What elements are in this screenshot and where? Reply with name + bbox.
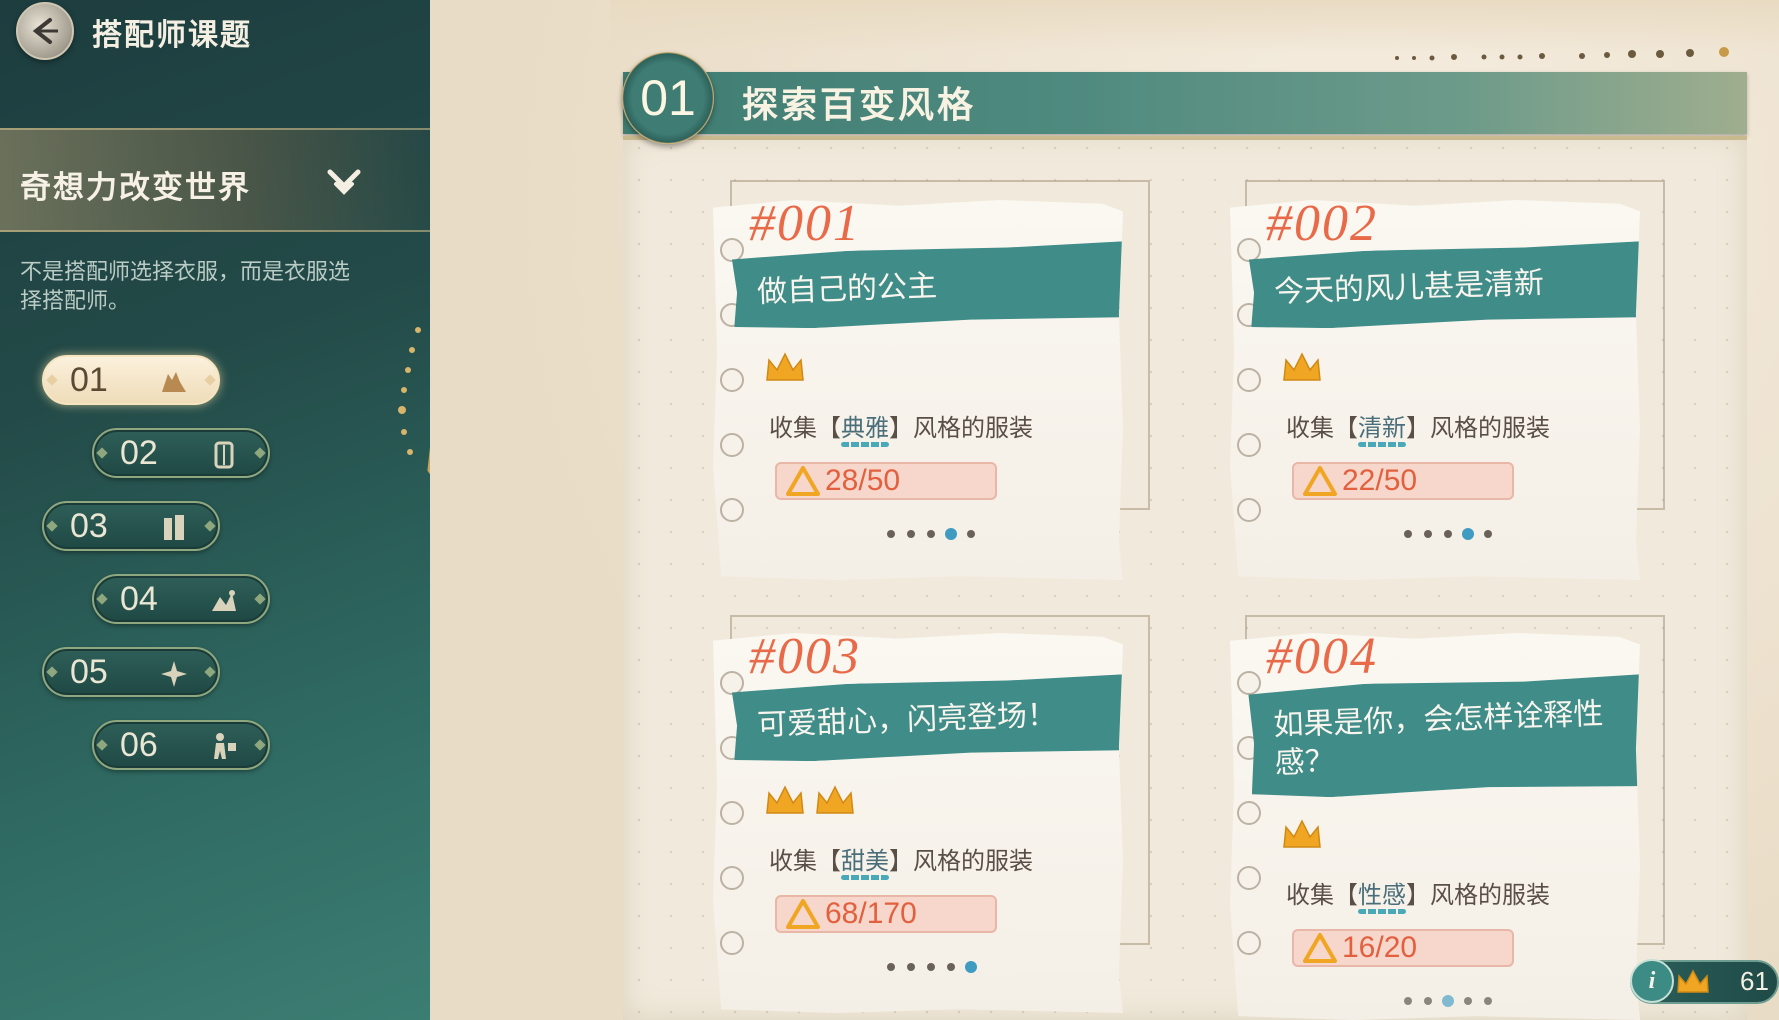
card-task: 收集【甜美】风格的服装 [769,841,1033,876]
level-button-01[interactable]: 01 [42,355,220,405]
card-title: 今天的风儿甚是清新 [1249,241,1645,331]
level-label: 03 [70,506,108,545]
crown-count: 61 [1740,966,1769,996]
crown-icon [1283,819,1321,848]
task-keyword: 甜美 [841,847,889,875]
page-dots [1404,995,1492,1007]
back-button[interactable] [16,2,74,60]
progress-bar: 68/170 [775,895,997,933]
task-suffix: 】风格的服装 [889,414,1033,442]
level-label: 06 [120,725,158,764]
progress-bar: 28/50 [775,462,997,500]
sparkle-icon [161,661,187,687]
task-keyword: 清新 [1358,414,1406,442]
task-keyword: 性感 [1358,881,1406,909]
info-button[interactable]: i [1630,959,1674,1003]
crown-icon [766,352,804,381]
crown-rating [1283,352,1321,381]
progress-value: 22/50 [1342,464,1418,497]
page-dots [887,961,977,973]
card-title: 可爱甜心，闪亮登场！ [732,674,1128,764]
chapter-description: 不是搭配师选择衣服，而是衣服选择搭配师。 [20,260,351,314]
crown-icon [1283,352,1321,381]
card-tag: #001 [749,195,861,252]
back-arrow-icon [32,18,58,44]
book-icon [164,515,184,540]
card-tag: #003 [749,628,861,685]
card-title: 做自己的公主 [732,241,1128,331]
chevron-down-icon[interactable] [322,160,366,204]
task-prefix: 收集【 [1286,881,1358,909]
crown-icon [1677,969,1709,993]
triangle-icon [1303,466,1337,496]
task-suffix: 】风格的服装 [1406,881,1550,909]
task-card-003[interactable]: #003 可爱甜心，闪亮登场！ 收集【甜美】风格的服装 68/170 [713,633,1123,1013]
crown-rating [1283,819,1321,848]
level-label: 04 [120,579,158,618]
task-keyword: 典雅 [841,414,889,442]
chapter-selector[interactable]: 奇想力改变世界 [0,128,455,232]
task-suffix: 】风格的服装 [1406,414,1550,442]
task-card-004[interactable]: #004 如果是你，会怎样诠释性感？ 收集【性感】风格的服装 16/20 [1230,633,1640,1020]
level-button-03[interactable]: 03 [42,501,220,551]
card-tag: #002 [1266,195,1378,252]
wardrobe-icon [214,441,234,469]
progress-value: 28/50 [825,464,901,497]
triangle-icon [1303,933,1337,963]
progress-bar: 16/20 [1292,929,1514,967]
level-label: 02 [120,433,158,472]
page-dots [1404,528,1492,540]
task-suffix: 】风格的服装 [889,847,1033,875]
card-task: 收集【性感】风格的服装 [1286,875,1550,910]
progress-value: 68/170 [825,897,917,930]
task-card-002[interactable]: #002 今天的风儿甚是清新 收集【清新】风格的服装 22/50 [1230,200,1640,580]
triangle-icon [786,899,820,929]
mirror-icon [212,590,236,611]
level-button-02[interactable]: 02 [92,428,270,478]
crown-rating [766,785,854,814]
card-title: 如果是你，会怎样诠释性感？ [1248,674,1646,800]
card-task: 收集【清新】风格的服装 [1286,408,1550,443]
crown-rating [766,352,804,381]
level-label: 05 [70,652,108,691]
level-button-05[interactable]: 05 [42,647,220,697]
section-title: 探索百变风格 [742,85,977,126]
progress-value: 16/20 [1342,931,1418,964]
figure-icon [214,733,236,759]
triangle-icon [786,466,820,496]
chapter-title: 奇想力改变世界 [20,170,251,206]
task-card-001[interactable]: #001 做自己的公主 收集【典雅】风格的服装 28/50 [713,200,1123,580]
section-badge: 01 [622,52,714,144]
level-button-06[interactable]: 06 [92,720,270,770]
card-task: 收集【典雅】风格的服装 [769,408,1033,443]
level-label: 01 [70,360,108,399]
level-button-04[interactable]: 04 [92,574,270,624]
crown-icon [766,785,804,814]
task-prefix: 收集【 [769,414,841,442]
page-dots [887,528,975,540]
task-prefix: 收集【 [1286,414,1358,442]
progress-bar: 22/50 [1292,462,1514,500]
section-number: 01 [640,70,696,126]
task-prefix: 收集【 [769,847,841,875]
crown-icon [816,785,854,814]
card-tag: #004 [1266,628,1378,685]
header-dot-ornament [1395,47,1729,61]
page-title: 搭配师课题 [92,18,252,53]
outfit-icon [162,372,186,392]
